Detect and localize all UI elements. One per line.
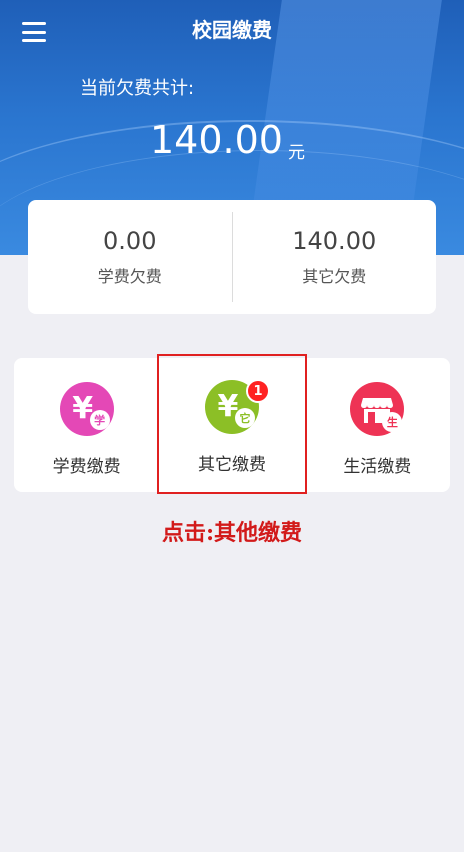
debt-unit: 元 bbox=[288, 143, 305, 163]
tuition-debt-label: 学费欠费 bbox=[97, 267, 162, 286]
tuition-mini-icon: 学 bbox=[89, 410, 110, 430]
other-debt-label: 其它欠费 bbox=[302, 267, 367, 286]
life-payment-button[interactable]: 生 生活缴费 bbox=[305, 358, 450, 492]
store-icon: 生 bbox=[350, 382, 405, 436]
other-payment-label: 其它缴费 bbox=[197, 455, 266, 475]
other-debt: 140.00 其它欠费 bbox=[233, 200, 437, 314]
life-payment-label: 生活缴费 bbox=[343, 457, 412, 477]
other-payment-button[interactable]: ¥ 它 其它缴费 bbox=[157, 354, 307, 494]
payment-options: ¥ 学 学费缴费 ¥ 它 其它缴费 生 生活缴费 bbox=[14, 354, 450, 494]
tuition-payment-button[interactable]: ¥ 学 学费缴费 bbox=[14, 358, 159, 492]
other-debt-value: 140.00 bbox=[292, 227, 377, 255]
debt-amount: 140.00 bbox=[150, 118, 283, 162]
tuition-yen-icon: ¥ 学 bbox=[59, 382, 114, 436]
instruction-hint: 点击:其他缴费 bbox=[161, 520, 303, 546]
debt-summary-card: 0.00 学费欠费 140.00 其它欠费 bbox=[28, 200, 436, 314]
page-title: 校园缴费 bbox=[192, 18, 272, 42]
other-mini-icon: 它 bbox=[234, 408, 255, 428]
life-mini-icon: 生 bbox=[382, 412, 403, 432]
tuition-payment-label: 学费缴费 bbox=[52, 457, 121, 477]
debt-label: 当前欠费共计: bbox=[80, 78, 195, 99]
notification-badge: 1 bbox=[246, 379, 270, 403]
tuition-debt-value: 0.00 bbox=[103, 227, 157, 255]
tuition-debt: 0.00 学费欠费 bbox=[28, 200, 232, 314]
